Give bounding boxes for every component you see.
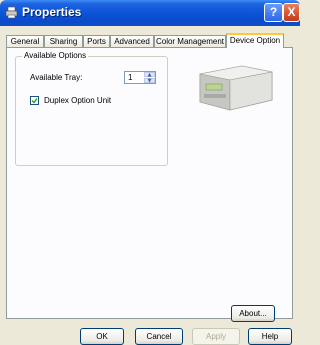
window-title: Properties	[22, 5, 82, 19]
checkmark-icon	[31, 98, 38, 104]
tray-value[interactable]: 1	[128, 72, 132, 83]
close-button[interactable]: X	[283, 3, 300, 22]
cancel-button[interactable]: Cancel	[135, 328, 183, 345]
tab-sharing[interactable]: Sharing	[44, 35, 83, 47]
printer-image	[199, 65, 273, 111]
ok-button[interactable]: OK	[80, 328, 124, 345]
available-tray-spinner[interactable]: 1 ▲ ▼	[124, 71, 156, 84]
properties-window: Properties ? X General Sharing Ports Adv…	[0, 0, 300, 345]
duplex-label[interactable]: Duplex Option Unit	[44, 96, 111, 105]
spin-down-button[interactable]: ▼	[144, 78, 155, 84]
tab-advanced[interactable]: Advanced	[110, 35, 154, 47]
about-button[interactable]: About...	[231, 305, 275, 322]
apply-button[interactable]: Apply	[192, 328, 240, 345]
spinner-arrows: ▲ ▼	[144, 72, 155, 84]
available-tray-label: Available Tray:	[30, 73, 83, 82]
printer-icon	[5, 6, 18, 19]
title-bar[interactable]: Properties ? X	[0, 0, 300, 26]
duplex-checkbox[interactable]	[30, 96, 39, 105]
spin-up-button[interactable]: ▲	[144, 72, 155, 78]
help-button[interactable]: Help	[248, 328, 292, 345]
tab-general[interactable]: General	[6, 35, 44, 47]
tab-color-management[interactable]: Color Management	[154, 35, 226, 47]
tab-device-option[interactable]: Device Option	[226, 33, 284, 48]
group-title: Available Options	[22, 51, 89, 60]
help-title-button[interactable]: ?	[264, 3, 283, 22]
tab-ports[interactable]: Ports	[83, 35, 110, 47]
